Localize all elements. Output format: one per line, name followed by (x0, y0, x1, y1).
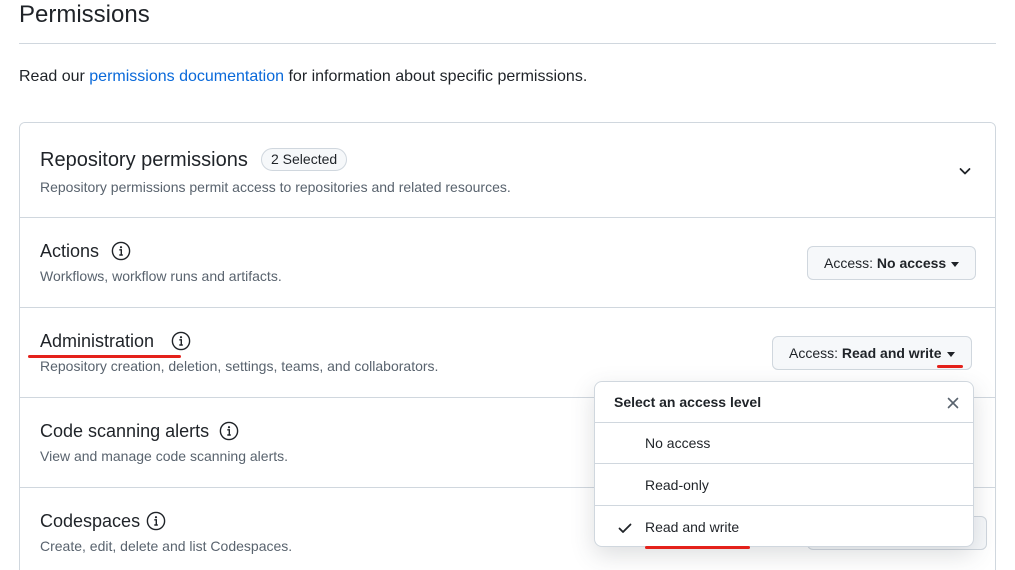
intro-prefix: Read our (19, 68, 90, 85)
permissions-page: Permissions Read our permissions documen… (0, 0, 1015, 570)
info-icon[interactable] (146, 511, 166, 531)
annotation-underline-read-and-write (645, 546, 750, 549)
permission-name: Administration (40, 331, 155, 351)
intro-text: Read our permissions documentation for i… (19, 68, 587, 86)
info-icon[interactable] (171, 331, 191, 351)
annotation-underline-administration (28, 355, 181, 358)
permission-name: Code scanning alerts (40, 421, 210, 441)
access-dropdown-button[interactable]: Access: No access (807, 246, 977, 280)
permissions-documentation-link[interactable]: permissions documentation (89, 68, 284, 85)
close-icon[interactable] (945, 395, 961, 411)
permission-description: View and manage code scanning alerts. (40, 448, 289, 464)
selected-count-badge: 2 Selected (261, 148, 348, 171)
menu-option-read-and-write[interactable]: Read and write (595, 507, 973, 546)
menu-option-no-access[interactable]: No access (595, 423, 973, 464)
intro-suffix: for information about specific permissio… (284, 68, 588, 85)
title-divider (19, 43, 996, 44)
menu-option-label: No access (645, 435, 711, 451)
menu-option-label: Read-only (645, 477, 709, 493)
access-prefix: Access: (824, 255, 874, 271)
panel-header[interactable]: Repository permissions 2 Selected Reposi… (20, 123, 995, 218)
access-value: Read and write (841, 345, 942, 361)
panel-title: Repository permissions (40, 149, 248, 171)
caret-down-icon (946, 351, 955, 357)
permission-name: Actions (40, 241, 100, 261)
caret-down-icon (951, 261, 960, 267)
menu-header: Select an access level (595, 382, 973, 423)
check-icon (618, 523, 632, 533)
chevron-down-icon[interactable] (957, 163, 973, 179)
access-prefix: Access: (789, 345, 839, 361)
permission-description: Repository creation, deletion, settings,… (40, 358, 439, 374)
menu-option-read-only[interactable]: Read-only (595, 465, 973, 506)
annotation-underline-caret (937, 365, 963, 368)
access-level-menu: Select an access level No access Read-on… (594, 381, 974, 547)
access-value: No access (876, 255, 947, 271)
panel-subtitle: Repository permissions permit access to … (40, 179, 511, 195)
menu-title: Select an access level (614, 394, 762, 410)
permission-description: Workflows, workflow runs and artifacts. (40, 268, 282, 284)
permission-name: Codespaces (40, 511, 141, 531)
page-title: Permissions (19, 1, 150, 28)
info-icon[interactable] (219, 421, 239, 441)
menu-option-label: Read and write (645, 519, 740, 535)
info-icon[interactable] (111, 241, 131, 261)
permission-row-actions: Actions Workflows, workflow runs and art… (20, 218, 995, 308)
permission-description: Create, edit, delete and list Codespaces… (40, 538, 293, 554)
